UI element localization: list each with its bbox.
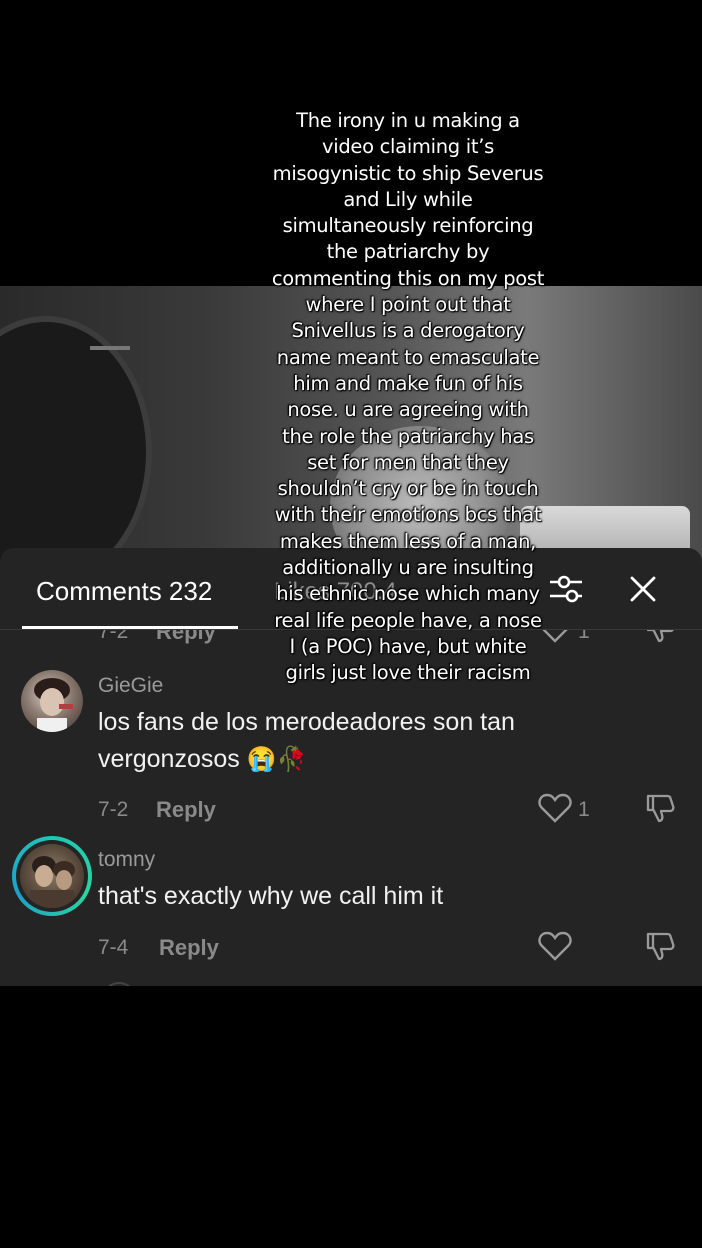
close-icon[interactable]	[626, 572, 660, 606]
thumbs-down-icon[interactable]	[644, 630, 676, 644]
like-count: 1	[578, 798, 590, 821]
heart-outline-icon[interactable]	[538, 930, 572, 962]
heart-outline-icon[interactable]	[538, 792, 572, 824]
comment-username[interactable]: GieGie	[98, 674, 163, 698]
avatar-portrait	[30, 856, 75, 908]
comment-date: 7-2	[98, 798, 129, 821]
comment-emoji: 😭🥀	[246, 746, 307, 773]
comment-text: los fans de los merodeadores son tan ver…	[98, 704, 658, 778]
comment-text: that's exactly why we call him it	[98, 878, 658, 915]
video-shape	[90, 346, 130, 350]
comment-date: 7-2	[98, 630, 129, 643]
video-caption-overlay: The irony in u making a video claiming i…	[271, 109, 545, 685]
thumbs-down-icon[interactable]	[644, 930, 676, 962]
avatar-portrait	[34, 678, 73, 732]
like-count: 1	[578, 630, 590, 643]
next-avatar-partial	[102, 982, 136, 986]
reply-button[interactable]: Reply	[156, 797, 216, 823]
comment-body: that's exactly why we call him it	[98, 882, 444, 910]
avatar	[20, 844, 84, 908]
reply-button[interactable]: Reply	[156, 630, 216, 645]
video-shape	[0, 316, 152, 586]
avatar[interactable]	[21, 670, 83, 732]
tab-comments[interactable]: Comments 232	[36, 576, 212, 607]
comment-date: 7-4	[98, 936, 129, 959]
reply-button[interactable]: Reply	[159, 935, 219, 961]
comment-username[interactable]: tomny	[98, 848, 155, 872]
thumbs-down-icon[interactable]	[644, 792, 676, 824]
avatar-story-ring[interactable]	[12, 836, 92, 916]
filter-sliders-icon[interactable]	[548, 572, 584, 606]
